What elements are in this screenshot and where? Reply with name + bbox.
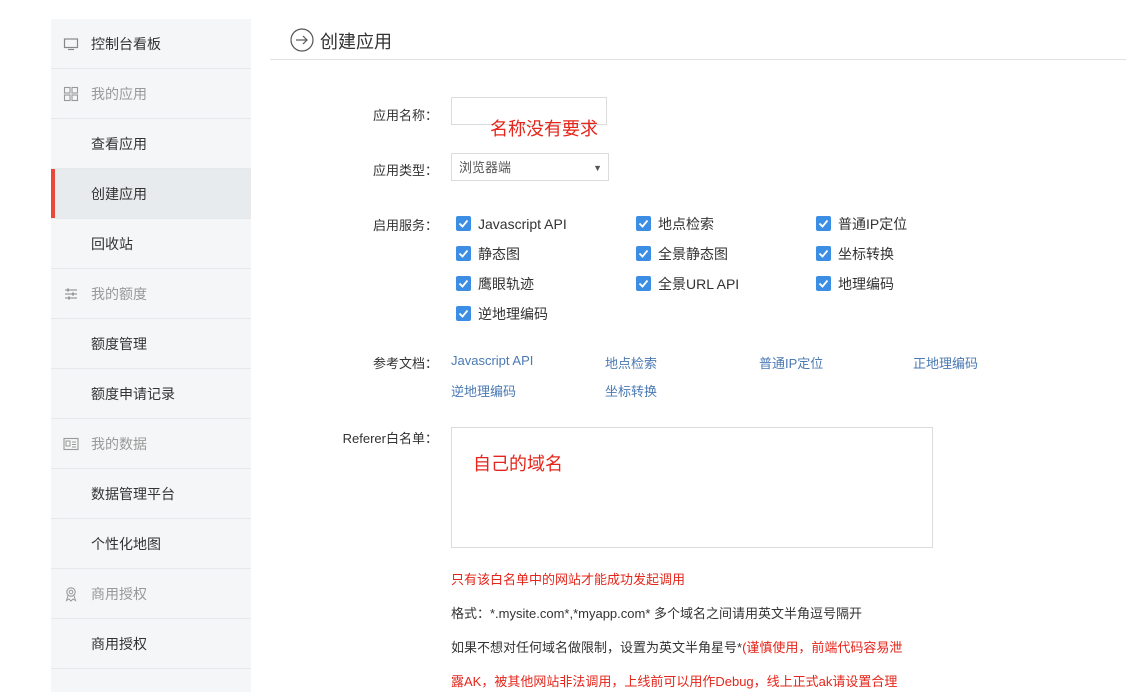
checkbox-checked-icon	[816, 216, 831, 231]
sidebar-group-my-apps[interactable]: 我的应用	[51, 69, 251, 119]
arrow-circle-right-icon	[290, 28, 314, 52]
sidebar-item-data-platform[interactable]: 数据管理平台	[51, 469, 251, 519]
checkbox-checked-icon	[456, 276, 471, 291]
service-checkbox-reverse-geocoding[interactable]: 逆地理编码	[456, 305, 548, 323]
doc-link-coord-convert[interactable]: 坐标转换	[605, 381, 657, 400]
sidebar-item-quota-management[interactable]: 额度管理	[51, 319, 251, 369]
sidebar-item-label: 控制台看板	[91, 36, 161, 52]
service-label: 坐标转换	[838, 246, 894, 262]
service-checkbox-ip-location[interactable]: 普通IP定位	[816, 215, 907, 233]
service-checkbox-panorama-url[interactable]: 全景URL API	[636, 275, 739, 293]
service-checkbox-place-search[interactable]: 地点检索	[636, 215, 714, 233]
app-name-annotation: 名称没有要求	[490, 119, 598, 140]
service-label: 地理编码	[838, 276, 894, 292]
sidebar-item-recycle-bin[interactable]: 回收站	[51, 219, 251, 269]
service-checkbox-geocoding[interactable]: 地理编码	[816, 275, 894, 293]
service-label: 普通IP定位	[838, 216, 908, 232]
service-label: 逆地理编码	[478, 306, 548, 322]
app-type-label: 应用类型：	[372, 163, 438, 178]
referer-textarea[interactable]	[451, 427, 933, 548]
app-type-value: 浏览器端	[459, 160, 512, 175]
sidebar-item-label: 个性化地图	[91, 536, 161, 552]
dropdown-arrow-icon: ▼	[593, 163, 602, 173]
doc-link-reverse-geocoding[interactable]: 逆地理编码	[451, 381, 516, 400]
leak-warning: 露AK，被其他网站非法调用，上线前可以用作Debug，线上正式ak请设置合理	[451, 674, 898, 689]
checkbox-checked-icon	[456, 306, 471, 321]
id-card-icon	[63, 437, 79, 451]
services-label: 启用服务：	[372, 218, 438, 233]
sidebar-item-custom-map[interactable]: 个性化地图	[51, 519, 251, 569]
checkbox-checked-icon	[636, 276, 651, 291]
sidebar-item-label: 我的应用	[91, 86, 147, 102]
monitor-icon	[63, 38, 79, 51]
sidebar-item-create-app[interactable]: 创建应用	[51, 169, 251, 219]
sliders-icon	[65, 288, 77, 300]
sidebar-item-label: 我的数据	[91, 436, 147, 452]
sidebar-item-label: 额度申请记录	[91, 386, 175, 402]
service-label: 鹰眼轨迹	[478, 276, 534, 292]
service-checkbox-static-map[interactable]: 静态图	[456, 245, 520, 263]
page-title: 创建应用	[320, 32, 392, 52]
checkbox-checked-icon	[456, 216, 471, 231]
doc-link-geocoding[interactable]: 正地理编码	[913, 353, 978, 372]
service-checkbox-coord-convert[interactable]: 坐标转换	[816, 245, 894, 263]
checkbox-checked-icon	[636, 216, 651, 231]
service-label: 全景URL API	[658, 276, 740, 292]
app-type-select[interactable]: 浏览器端 ▼	[451, 153, 609, 181]
sidebar-item-label: 商用授权	[91, 586, 147, 602]
sidebar-group-my-data[interactable]: 我的数据	[51, 419, 251, 469]
service-label: 地点检索	[658, 216, 714, 232]
docs-label: 参考文档：	[372, 356, 438, 371]
format-note: 格式：*.mysite.com*,*myapp.com* 多个域名之间请用英文半…	[451, 606, 862, 621]
sidebar-item-label: 额度管理	[91, 336, 147, 352]
checkbox-checked-icon	[636, 246, 651, 261]
sidebar: 控制台看板 我的应用 查看应用 创建应用 回收站 我的额度 额度管理 额度申请记…	[51, 19, 251, 692]
service-label: 全景静态图	[658, 246, 728, 262]
sidebar-item-label: 创建应用	[91, 186, 147, 202]
sidebar-group-my-quota[interactable]: 我的额度	[51, 269, 251, 319]
sidebar-item-label: 查看应用	[91, 136, 147, 152]
app-name-label: 应用名称：	[372, 108, 438, 123]
grid-icon	[63, 86, 79, 102]
wildcard-note-text: 如果不想对任何域名做限制，设置为英文半角星号*	[451, 640, 743, 655]
referer-label: Referer白名单：	[342, 431, 438, 446]
sidebar-item-label: 商用授权	[91, 636, 147, 652]
doc-link-javascript-api[interactable]: Javascript API	[451, 353, 533, 368]
whitelist-note: 只有该白名单中的网站才能成功发起调用	[451, 572, 686, 587]
sidebar-item-label: 回收站	[91, 236, 133, 252]
page-header: 创建应用	[270, 19, 1126, 60]
service-checkbox-panorama-static[interactable]: 全景静态图	[636, 245, 728, 263]
referer-annotation: 自己的域名	[473, 454, 563, 475]
doc-link-ip-location[interactable]: 普通IP定位	[759, 353, 823, 372]
doc-link-place-search[interactable]: 地点检索	[605, 353, 657, 372]
sidebar-item-view-apps[interactable]: 查看应用	[51, 119, 251, 169]
checkbox-checked-icon	[816, 276, 831, 291]
checkbox-checked-icon	[456, 246, 471, 261]
service-checkbox-javascript-api[interactable]: Javascript API	[456, 215, 567, 233]
award-icon	[65, 587, 77, 602]
wildcard-warning: (谨慎使用，前端代码容易泄	[742, 640, 903, 655]
service-label: Javascript API	[478, 216, 567, 232]
sidebar-item-dashboard[interactable]: 控制台看板	[51, 19, 251, 69]
wildcard-note: 如果不想对任何域名做限制，设置为英文半角星号*(谨慎使用，前端代码容易泄	[451, 637, 902, 656]
sidebar-group-commercial-license[interactable]: 商用授权	[51, 569, 251, 619]
sidebar-item-commercial-license[interactable]: 商用授权	[51, 619, 251, 669]
sidebar-item-label: 数据管理平台	[91, 486, 175, 502]
service-checkbox-eagle-eye[interactable]: 鹰眼轨迹	[456, 275, 534, 293]
checkbox-checked-icon	[816, 246, 831, 261]
sidebar-item-quota-requests[interactable]: 额度申请记录	[51, 369, 251, 419]
service-label: 静态图	[478, 246, 520, 262]
sidebar-item-label: 我的额度	[91, 286, 147, 302]
